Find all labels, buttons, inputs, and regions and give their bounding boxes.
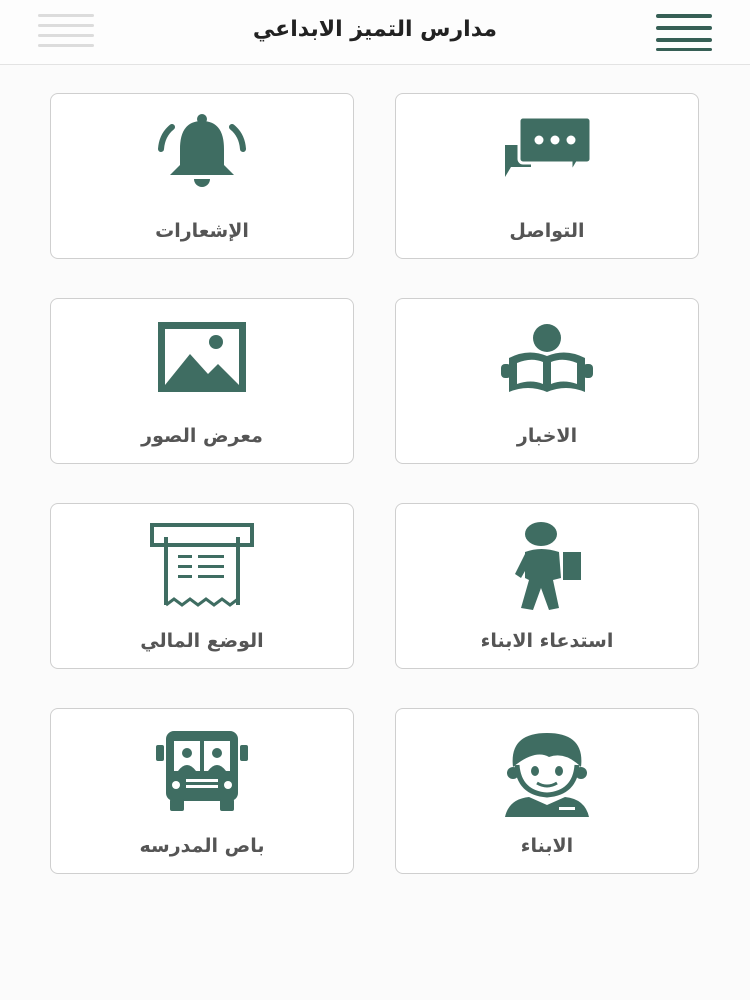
image-gallery-icon — [51, 317, 353, 397]
tile-label: التواصل — [509, 220, 585, 242]
tile-label: الوضع المالي — [140, 630, 264, 652]
tile-label: الاخبار — [516, 425, 578, 447]
tile-label: معرض الصور — [141, 425, 263, 447]
tile-label: باص المدرسه — [139, 835, 265, 857]
student-walking-icon — [396, 522, 698, 610]
tile-summon-children[interactable]: استدعاء الابناء — [395, 503, 699, 669]
tile-communication[interactable]: التواصل — [395, 93, 699, 259]
tile-notifications[interactable]: الإشعارات — [50, 93, 354, 259]
school-bus-icon — [51, 727, 353, 811]
receipt-icon — [51, 522, 353, 607]
reader-book-icon — [396, 317, 698, 397]
tile-news[interactable]: الاخبار — [395, 298, 699, 464]
tile-photo-gallery[interactable]: معرض الصور — [50, 298, 354, 464]
chat-icon — [396, 112, 698, 192]
bell-icon — [51, 112, 353, 192]
tile-school-bus[interactable]: باص المدرسه — [50, 708, 354, 874]
tile-financial-status[interactable]: الوضع المالي — [50, 503, 354, 669]
tile-children[interactable]: الابناء — [395, 708, 699, 874]
tile-label: الابناء — [520, 835, 574, 857]
tile-label: الإشعارات — [155, 220, 249, 242]
child-face-icon — [396, 727, 698, 817]
menu-grid: التواصل الإشعارات الاخبار معرض الصور است… — [0, 0, 750, 1000]
tile-label: استدعاء الابناء — [480, 630, 614, 652]
app-screen: مدارس التميز الابداعي التواصل الإشعارات … — [0, 0, 750, 1000]
